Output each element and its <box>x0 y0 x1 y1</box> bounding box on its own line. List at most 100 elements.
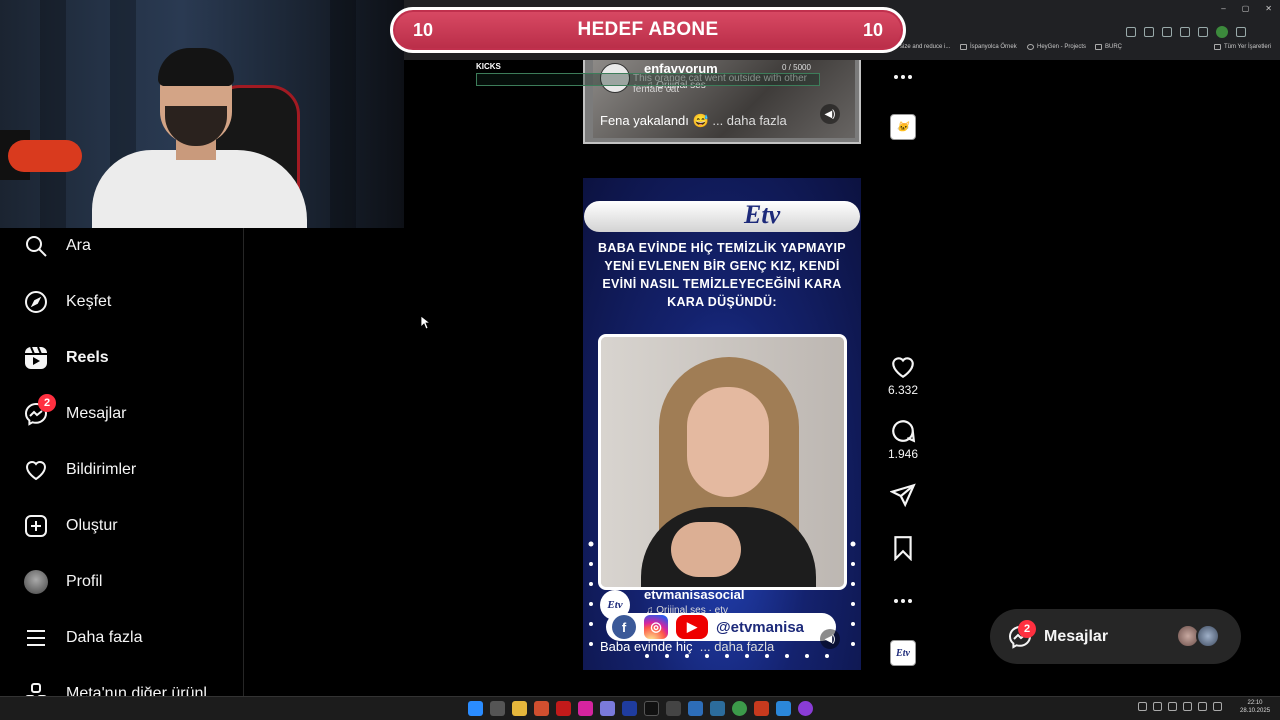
start-icon[interactable] <box>468 701 483 716</box>
obs-icon[interactable] <box>798 701 813 716</box>
menu-dots-icon[interactable] <box>1236 27 1246 37</box>
comment-button[interactable]: 1.946 <box>888 418 918 461</box>
social-handle: @etvmanisa <box>716 618 805 636</box>
extension-icon[interactable] <box>1180 27 1190 37</box>
instagram-icon: ◎ <box>644 615 668 639</box>
chevron-up-icon[interactable] <box>1138 702 1147 711</box>
capcut-icon[interactable] <box>666 701 681 716</box>
instagram-icon[interactable] <box>578 701 593 716</box>
more-options-button[interactable] <box>888 64 918 93</box>
app-icon[interactable] <box>534 701 549 716</box>
network-icon[interactable] <box>1168 702 1177 711</box>
comment-count: 1.946 <box>888 447 919 461</box>
sidebar-item-label: Mesajlar <box>66 405 127 422</box>
etv-logo: Etv <box>744 200 781 229</box>
more-link[interactable]: ... daha fazla <box>712 113 786 128</box>
clock[interactable]: 22:10 28.10.2025 <box>1240 699 1270 715</box>
messages-pill[interactable]: 2 Mesajlar <box>990 609 1241 664</box>
volume-icon[interactable]: ◀) <box>820 629 840 649</box>
hamburger-icon <box>27 630 45 646</box>
close-button[interactable]: ✕ <box>1265 4 1272 13</box>
taskbar-apps <box>468 701 813 716</box>
sidebar-item-more[interactable]: Daha fazla <box>24 626 143 650</box>
sidebar-item-explore[interactable]: Keşfet <box>24 290 111 314</box>
chrome-icon[interactable] <box>732 701 747 716</box>
folder-icon <box>960 44 967 50</box>
etv-header-bar <box>584 201 860 232</box>
sidebar-item-messages[interactable]: 2 Mesajlar <box>24 394 127 426</box>
sidebar-item-notifications[interactable]: Bildirimler <box>24 458 136 482</box>
bookmark-item[interactable]: İspanyolca Örnek <box>960 44 1017 50</box>
sidebar-item-label: Keşfet <box>66 293 112 310</box>
file-explorer-icon[interactable] <box>512 701 527 716</box>
caption-emoji: 😅 <box>692 113 709 128</box>
bookmark-item[interactable]: Tüm Yer İşaretleri <box>1214 44 1271 50</box>
task-view-icon[interactable] <box>490 701 505 716</box>
video-headline: BABA EVİNDE HİÇ TEMİZLİK YAPMAYIP YENİ E… <box>598 241 846 309</box>
sidebar-item-reels[interactable]: Reels <box>24 346 109 370</box>
sidebar-item-create[interactable]: Oluştur <box>24 514 118 538</box>
kicks-count: 0 / 5000 <box>782 63 811 72</box>
goal-title: HEDEF ABONE <box>577 19 719 40</box>
more-dots-icon <box>894 75 912 79</box>
onedrive-icon[interactable] <box>1153 702 1162 711</box>
kicks-label: KICKS <box>476 62 501 71</box>
maximize-button[interactable]: ▢ <box>1242 4 1250 13</box>
profile-avatar[interactable] <box>1216 26 1228 38</box>
sidebar-item-label: Bildirimler <box>66 461 137 478</box>
audio-thumbnail[interactable]: 🐱 <box>890 114 916 140</box>
bookmark-item[interactable]: BURÇ <box>1095 44 1122 50</box>
messages-label: Mesajlar <box>1044 627 1109 645</box>
cat-logo-icon: 🐱 <box>896 121 910 133</box>
bookmark-item[interactable]: size and reduce i... <box>900 44 950 50</box>
sidebar: Ara Keşfet Reels 2 Mesajlar Bildirimler … <box>0 228 244 705</box>
paper-plane-icon <box>889 483 916 508</box>
sidebar-icon[interactable] <box>1198 27 1208 37</box>
compass-icon <box>25 291 47 313</box>
bookmark-item[interactable]: HeyGen - Projects <box>1027 44 1086 50</box>
app-icon[interactable] <box>754 701 769 716</box>
sidebar-item-label: Ara <box>66 237 91 254</box>
bookmark-icon <box>894 536 912 562</box>
comment-icon <box>892 420 916 443</box>
heygen-icon <box>1027 44 1034 50</box>
discord-icon[interactable] <box>600 701 615 716</box>
save-button[interactable] <box>888 535 918 564</box>
window-controls: – ▢ ✕ <box>1221 4 1272 13</box>
webcam-overlay <box>0 0 404 228</box>
kicks-progress-bar <box>476 73 820 86</box>
steam-icon[interactable] <box>710 701 725 716</box>
subscriber-goal-banner: 10 HEDEF ABONE 10 <box>390 7 906 53</box>
notepad-icon[interactable] <box>776 701 791 716</box>
language-icon[interactable] <box>1213 702 1222 711</box>
like-button[interactable]: 6.332 <box>888 354 918 397</box>
more-dots-icon <box>894 599 912 603</box>
reel-caption: Baba evinde hiç ... daha fazla <box>600 639 775 654</box>
tiktok-icon[interactable] <box>644 701 659 716</box>
plus-square-icon <box>25 515 47 537</box>
sidebar-item-search[interactable]: Ara <box>24 234 91 258</box>
more-options-button[interactable] <box>888 588 918 617</box>
reels-icon <box>25 346 47 369</box>
zoom-icon[interactable] <box>1144 27 1154 37</box>
avatar <box>1196 624 1220 648</box>
microphone <box>8 140 82 172</box>
search-icon <box>26 236 47 257</box>
photoshop-icon[interactable] <box>622 701 637 716</box>
volume-icon[interactable] <box>1183 702 1192 711</box>
minimize-button[interactable]: – <box>1221 4 1225 13</box>
volume-icon[interactable]: ◀) <box>820 104 840 124</box>
battery-icon[interactable] <box>1198 702 1207 711</box>
more-link[interactable]: ... daha fazla <box>700 639 774 654</box>
sidebar-item-profile[interactable]: Profil <box>24 570 102 594</box>
notification-badge: 2 <box>1018 620 1036 638</box>
cast-icon[interactable] <box>1126 27 1136 37</box>
youtube-icon: ▶ <box>676 615 708 639</box>
share-button[interactable] <box>888 482 918 511</box>
heart-icon <box>892 357 914 379</box>
reel-username[interactable]: etvmanisasocial <box>644 587 744 602</box>
opera-icon[interactable] <box>556 701 571 716</box>
app-icon[interactable] <box>688 701 703 716</box>
star-icon[interactable] <box>1162 27 1172 37</box>
audio-thumbnail[interactable]: Etv <box>890 640 916 666</box>
